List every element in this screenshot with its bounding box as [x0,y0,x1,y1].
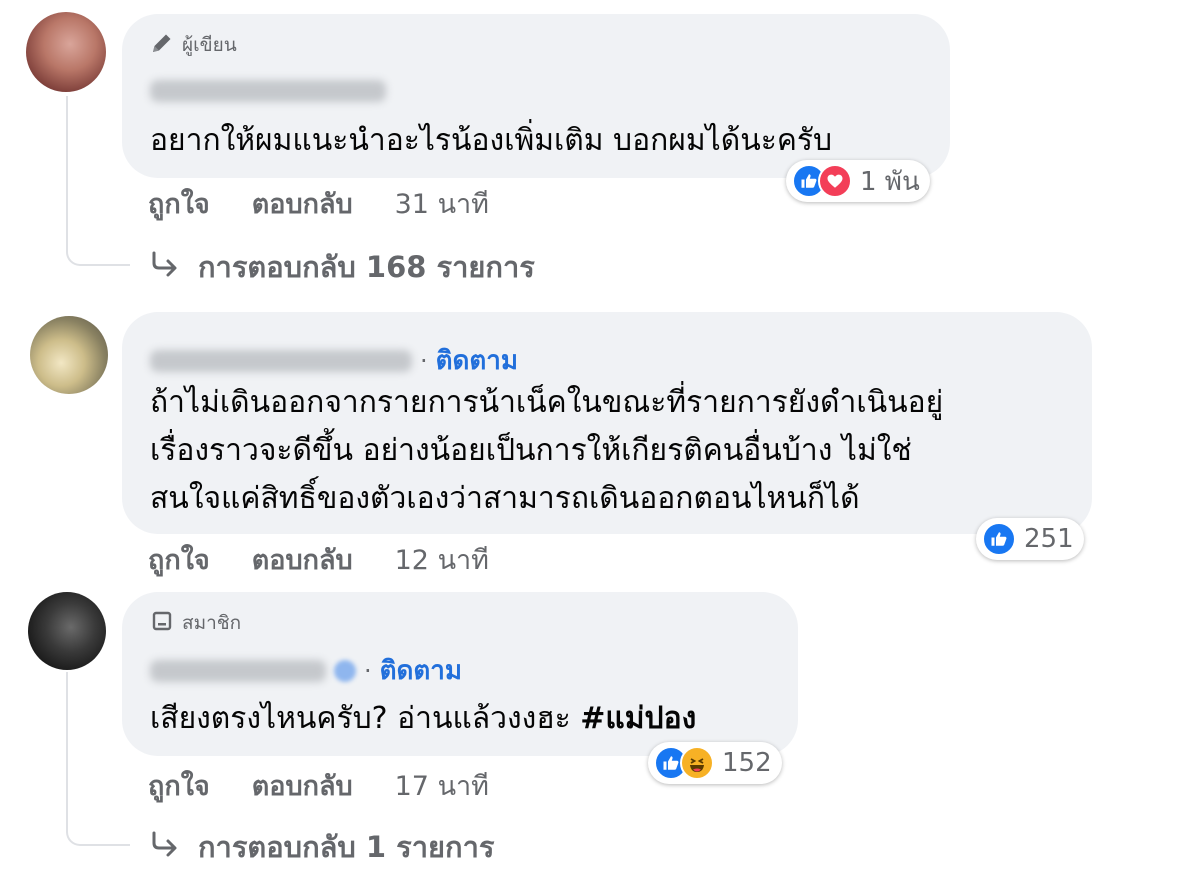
avatar[interactable] [28,592,106,670]
comment-actions: ถูกใจ ตอบกลับ 12 นาที [148,538,489,581]
follow-link[interactable]: ติดตาม [436,340,518,381]
follow-link[interactable]: ติดตาม [380,650,462,691]
member-badge-icon [150,609,174,638]
commenter-name-row: · ติดตาม [150,340,518,381]
like-reaction-icon [982,522,1016,556]
comment-text: ถ้าไม่เดินออกจากรายการน้าเน็คในขณะที่ราย… [150,385,944,420]
reaction-count: 1 พัน [860,166,920,197]
separator-dot: · [420,346,428,375]
comment-text: สนใจแค่สิทธิ์ของตัวเองว่าสามารถเดินออกตอ… [150,481,860,516]
commenter-name[interactable] [150,80,386,102]
comment-bubble: ผู้เขียน อยากให้ผมแนะนำอะไรน้องเพิ่มเติม… [122,14,950,178]
replies-label: การตอบกลับ 1 รายการ [198,830,495,864]
replies-label: การตอบกลับ 168 รายการ [198,250,535,284]
commenter-name[interactable] [150,349,412,372]
reaction-summary[interactable]: 1 พัน [786,160,930,202]
avatar[interactable] [30,316,108,394]
comment-text: เสียงตรงไหนครับ? อ่านแล้วงงฮะ #แม่ปอง [150,692,696,745]
comment-actions: ถูกใจ ตอบกลับ 31 นาที [148,182,489,225]
reaction-summary[interactable]: 251 [976,518,1084,560]
like-button[interactable]: ถูกใจ [148,538,210,581]
reaction-count: 251 [1024,524,1074,554]
view-replies-link[interactable]: การตอบกลับ 168 รายการ [150,244,535,290]
comment-text-body: เสียงตรงไหนครับ? อ่านแล้วงงฮะ [150,701,581,736]
haha-reaction-icon [680,746,714,780]
reply-button[interactable]: ตอบกลับ [252,764,353,807]
member-badge: สมาชิก [150,608,241,638]
badge-label: สมาชิก [182,612,242,634]
like-button[interactable]: ถูกใจ [148,182,210,225]
reply-arrow-icon [150,829,180,866]
comment-text: อยากให้ผมแนะนำอะไรน้องเพิ่มเติม บอกผมได้… [150,123,833,158]
commenter-name-row: · ติดตาม [150,650,462,691]
reaction-count: 152 [722,748,772,778]
separator-dot: · [364,656,372,685]
avatar[interactable] [26,12,106,92]
timestamp[interactable]: 17 นาที [395,764,489,807]
thread-line [66,672,68,782]
verified-icon [334,659,356,682]
reply-button[interactable]: ตอบกลับ [252,538,353,581]
reply-button[interactable]: ตอบกลับ [252,182,353,225]
love-reaction-icon [818,164,852,198]
reply-arrow-icon [150,249,180,286]
hashtag-link[interactable]: #แม่ปอง [580,701,696,736]
thread-line [66,208,130,266]
thread-line [66,96,68,210]
view-replies-link[interactable]: การตอบกลับ 1 รายการ [150,824,494,870]
comment-actions: ถูกใจ ตอบกลับ 17 นาที [148,764,489,807]
comment-bubble: · ติดตาม ถ้าไม่เดินออกจากรายการน้าเน็คใน… [122,312,1092,534]
comment-text: เรื่องราวจะดีขึ้น อย่างน้อยเป็นการให้เกี… [150,433,912,468]
badge-label: ผู้เขียน [182,34,237,56]
thread-line [66,780,130,846]
author-badge: ผู้เขียน [150,30,237,60]
timestamp[interactable]: 31 นาที [395,182,489,225]
comment-bubble: สมาชิก · ติดตาม เสียงตรงไหนครับ? อ่านแล้… [122,592,798,756]
pencil-icon [150,31,174,60]
reaction-summary[interactable]: 152 [648,742,782,784]
timestamp[interactable]: 12 นาที [395,538,489,581]
like-button[interactable]: ถูกใจ [148,764,210,807]
commenter-name[interactable] [150,659,326,682]
